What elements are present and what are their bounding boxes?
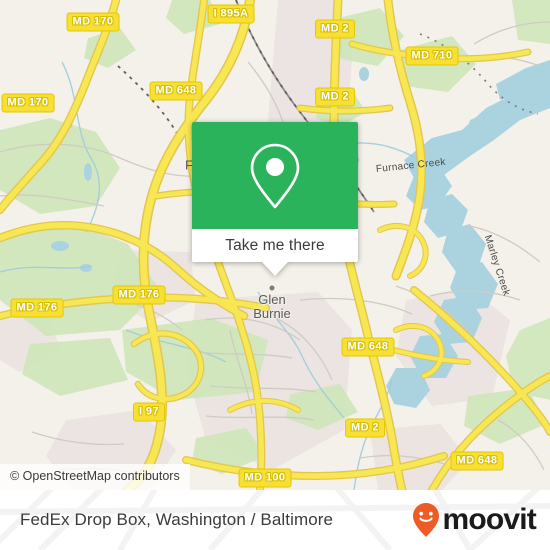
map-pin-icon (250, 143, 300, 208)
road-shield: MD 648 (149, 81, 203, 101)
road-shield: MD 170 (1, 93, 55, 113)
popup-header (192, 122, 358, 229)
road-shield: MD 2 (315, 87, 355, 107)
road-shield: MD 176 (112, 285, 166, 305)
osm-attribution[interactable]: © OpenStreetMap contributors (0, 464, 190, 490)
road-shield: MD 648 (341, 337, 395, 357)
road-shield: MD 100 (238, 468, 292, 488)
road-shield: I 97 (133, 402, 165, 422)
road-shield: MD 2 (315, 19, 355, 39)
place-label-line2: Burnie (253, 306, 291, 321)
place-label-glen-burnie: Glen Burnie (253, 293, 291, 321)
map-canvas[interactable]: MD 170 I 895A MD 2 MD 710 MD 170 MD 648 … (0, 0, 550, 490)
road-shield: MD 648 (450, 451, 504, 471)
popup-footer[interactable]: Take me there (192, 229, 358, 262)
moovit-pin-icon (413, 503, 440, 537)
popup-pointer-tail (262, 262, 288, 276)
moovit-location-screenshot: MD 170 I 895A MD 2 MD 710 MD 170 MD 648 … (0, 0, 550, 550)
place-marker-dot (269, 285, 275, 291)
location-popup-card[interactable]: Take me there (192, 122, 358, 276)
moovit-wordmark: moovit (442, 503, 536, 536)
place-label-line1: Glen (258, 292, 286, 307)
take-me-there-button-label: Take me there (225, 236, 325, 254)
road-shield: MD 2 (345, 418, 385, 438)
footer-bar: FedEx Drop Box, Washington / Baltimore m… (0, 490, 550, 550)
road-shield: MD 170 (66, 12, 120, 32)
road-shield: I 895A (207, 4, 255, 24)
moovit-logo[interactable]: moovit (411, 502, 537, 538)
road-shield: MD 176 (10, 298, 64, 318)
road-shield: MD 710 (405, 46, 459, 66)
location-title: FedEx Drop Box, Washington / Baltimore (20, 510, 334, 529)
